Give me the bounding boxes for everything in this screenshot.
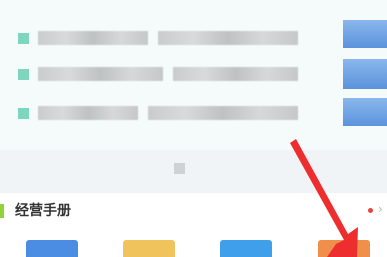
blurred-text	[38, 31, 148, 45]
section-title: 经营手册	[15, 203, 71, 219]
blurred-text	[173, 67, 298, 81]
blurred-text	[158, 31, 298, 45]
blurred-text	[38, 106, 138, 120]
chevron-right-icon[interactable]: ›	[378, 202, 383, 216]
manual-tile[interactable]	[123, 240, 175, 257]
thumbnail-image[interactable]	[343, 98, 387, 126]
blurred-text	[38, 67, 163, 81]
row-marker-icon	[18, 69, 29, 80]
blurred-text	[148, 106, 298, 120]
list-item[interactable]	[18, 29, 298, 47]
section-accent-bar	[0, 204, 4, 218]
business-manual-section: 经营手册 ›	[0, 193, 387, 257]
thumbnail-image[interactable]	[343, 59, 387, 89]
list-item[interactable]	[18, 104, 298, 122]
manual-tile[interactable]	[26, 240, 78, 257]
manual-tile[interactable]	[220, 240, 272, 257]
manual-tile[interactable]	[318, 240, 370, 257]
row-marker-icon	[18, 108, 29, 119]
thumbnail-image[interactable]	[343, 20, 387, 48]
page-indicator-dot[interactable]	[174, 163, 185, 174]
blurred-content-panel	[0, 0, 387, 150]
list-item[interactable]	[18, 65, 298, 83]
row-marker-icon	[18, 33, 29, 44]
notification-dot	[368, 208, 373, 213]
